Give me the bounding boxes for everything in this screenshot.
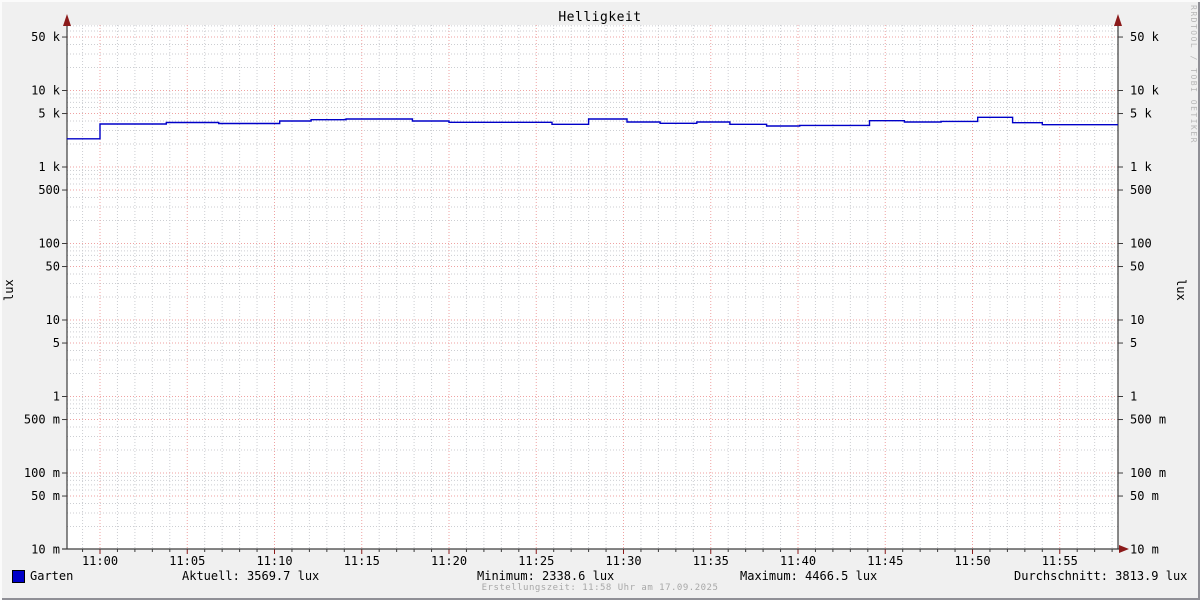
- plot-canvas: [67, 25, 1118, 549]
- y-tick-label-left: 5 k: [38, 107, 60, 121]
- y-tick-label-right: 1 k: [1130, 160, 1152, 174]
- x-tick-label: 11:10: [256, 554, 292, 568]
- y-tick-label-left: 500 m: [24, 413, 60, 427]
- y-tick-label-right: 10 m: [1130, 543, 1159, 557]
- x-tick-label: 11:30: [605, 554, 641, 568]
- x-tick-label: 11:50: [954, 554, 990, 568]
- x-axis-arrow: [1119, 545, 1129, 553]
- y-axis-arrow-left: [63, 14, 71, 26]
- y-tick-label-right: 100 m: [1130, 466, 1166, 480]
- y-tick-label-left: 50: [46, 260, 60, 274]
- x-tick-label: 11:00: [82, 554, 118, 568]
- y-tick-label-right: 50: [1130, 260, 1144, 274]
- creation-timestamp: Erstellungszeit: 11:58 Uhr am 17.09.2025: [481, 583, 719, 593]
- y-tick-label-right: 5 k: [1130, 107, 1152, 121]
- y-tick-label-right: 50 k: [1130, 30, 1160, 44]
- y-tick-label-right: 10: [1130, 313, 1144, 327]
- y-tick-label-left: 500: [38, 183, 60, 197]
- legend-minimum-value: Minimum: 2338.6 lux: [477, 569, 615, 583]
- y-tick-label-right: 500 m: [1130, 413, 1166, 427]
- legend-average-value: Durchschnitt: 3813.9 lux: [1014, 569, 1188, 583]
- y-tick-label-left: 100 m: [24, 466, 60, 480]
- y-tick-label-left: 10 k: [31, 84, 61, 98]
- x-tick-label: 11:40: [780, 554, 816, 568]
- y-tick-label-left: 1: [53, 390, 60, 404]
- x-tick-label: 11:25: [518, 554, 554, 568]
- y-tick-label-right: 50 m: [1130, 489, 1159, 503]
- y-tick-label-right: 10 k: [1130, 84, 1160, 98]
- x-tick-label: 11:05: [169, 554, 205, 568]
- legend-maximum-value: Maximum: 4466.5 lux: [740, 569, 878, 583]
- y-tick-label-right: 5: [1130, 336, 1137, 350]
- y-tick-label-left: 100: [38, 237, 60, 251]
- y-tick-label-left: 50 k: [31, 30, 61, 44]
- chart-plot-area: 11:00 11:05 11:10 11:15 11:20 11:25 11:30 11:35…: [24, 14, 1166, 568]
- x-tick-label: 11:20: [431, 554, 467, 568]
- series-color-swatch: [12, 570, 25, 583]
- x-tick-label: 11:35: [693, 554, 729, 568]
- y-tick-label-left: 5: [53, 336, 60, 350]
- y-tick-label-right: 500: [1130, 183, 1152, 197]
- x-tick-label: 11:45: [867, 554, 903, 568]
- rrdtool-graph-window: Helligkeit lux lux RRDTOOL / TOBI OETIKE…: [0, 0, 1200, 600]
- legend-current-value: Aktuell: 3569.7 lux: [182, 569, 320, 583]
- y-tick-label-left: 10 m: [31, 543, 60, 557]
- y-tick-label-left: 1 k: [38, 160, 60, 174]
- y-tick-label-right: 100: [1130, 237, 1152, 251]
- x-tick-label: 11:55: [1042, 554, 1078, 568]
- y-tick-label-left: 10: [46, 313, 60, 327]
- y-tick-label-left: 50 m: [31, 489, 60, 503]
- y-tick-label-right: 1: [1130, 390, 1137, 404]
- y-axis-arrow-right: [1114, 14, 1122, 26]
- legend-series-label: Garten: [30, 569, 74, 583]
- x-tick-label: 11:15: [344, 554, 380, 568]
